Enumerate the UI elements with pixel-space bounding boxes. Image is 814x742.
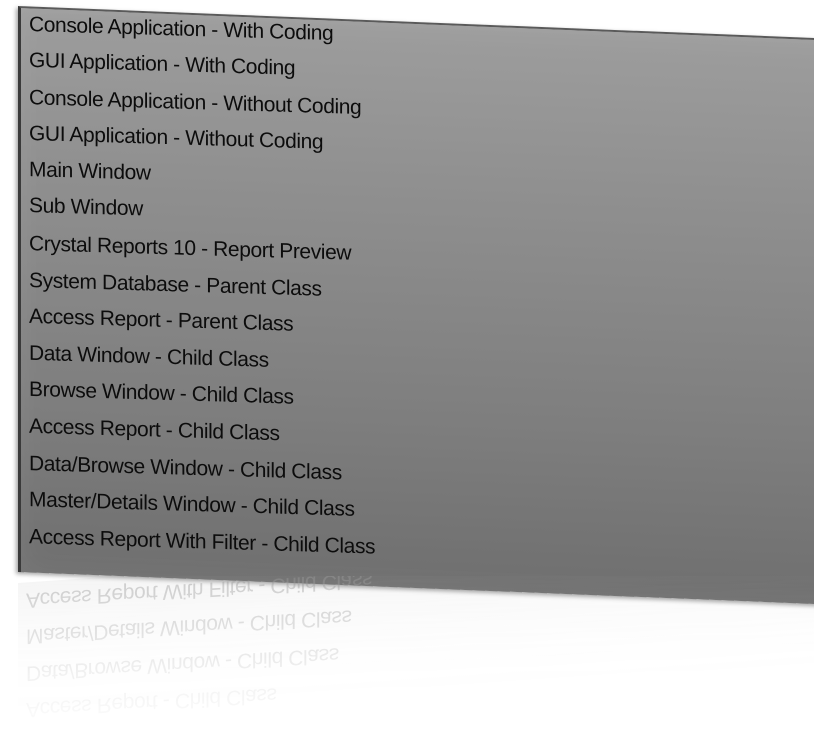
menu-item-label: Main Window [29,157,151,185]
menu-list: Console Application - With Coding GUI Ap… [21,8,814,588]
menu-panel: Console Application - With Coding GUI Ap… [18,6,814,607]
menu-item-label: Access Report - Child Class [29,414,280,446]
reflection-panel: Access Report - Child Class Data/Browse … [18,576,814,726]
menu-reflection: Access Report - Child Class Data/Browse … [18,576,814,742]
stage: Console Application - With Coding GUI Ap… [0,0,814,742]
menu-item-label: Sub Window [29,194,143,221]
reflection-list: Access Report - Child Class Data/Browse … [18,576,814,726]
